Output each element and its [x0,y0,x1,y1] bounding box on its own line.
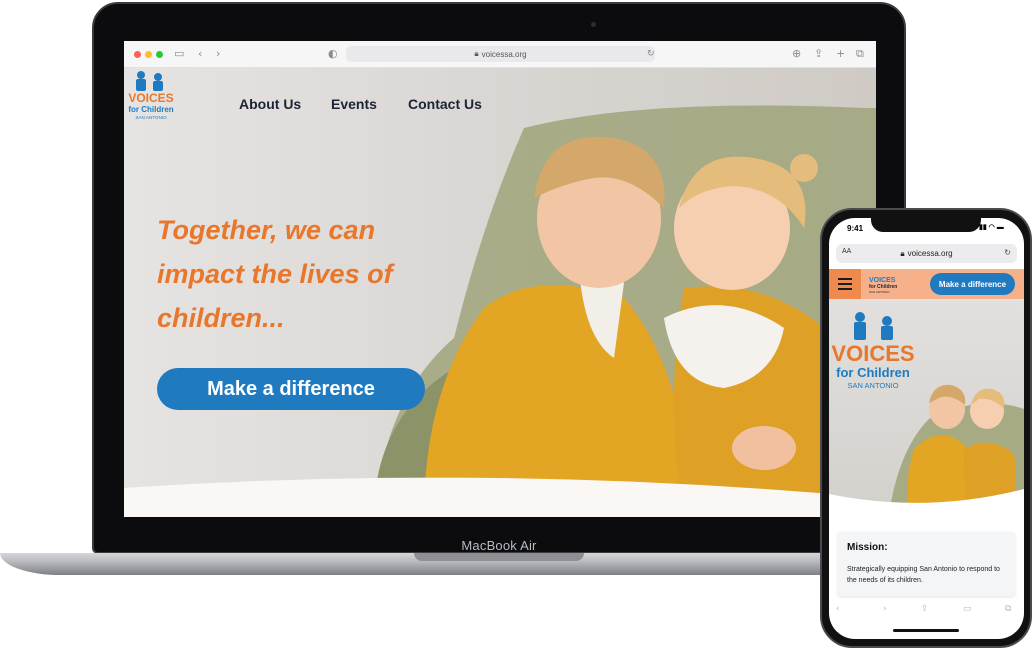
close-window-button[interactable] [134,51,141,58]
back-icon[interactable]: ‹ [198,47,202,61]
forward-icon[interactable]: › [216,47,220,61]
phone-notch [871,216,981,232]
phone-address-bar[interactable]: AA 🔒︎ voicessa.org ↻ [836,244,1017,263]
minimize-window-button[interactable] [145,51,152,58]
phone-site-header: VOICES for Children SAN ANTONIO Make a d… [829,269,1024,299]
address-url: voicessa.org [481,49,527,59]
sidebar-icon[interactable]: ▭ [174,47,184,61]
lock-icon: 🔒︎ [474,49,479,58]
share-icon[interactable]: ⇪ [921,604,929,614]
camera-icon [591,22,596,27]
phone-address-url: voicessa.org [907,249,953,258]
phone-logo-voices: VOICES [831,341,914,366]
laptop-screen: ▭ ‹ › ◐ 🔒︎ voicessa.org ↻ ⊕ ⇪ + ⧉ VOICES… [124,41,876,517]
new-tab-icon[interactable]: + [836,47,845,61]
signal-wifi-battery-icon: ▮▮ ◠ ▬ [979,224,1004,231]
browser-toolbar: ▭ ‹ › ◐ 🔒︎ voicessa.org ↻ ⊕ ⇪ + ⧉ [124,41,876,68]
logo-voices: VOICES [128,91,173,105]
phone-logo-san-antonio: SAN ANTONIO [847,381,898,390]
hamburger-menu-icon[interactable] [829,269,861,299]
nav-contact-us[interactable]: Contact Us [408,96,482,112]
mission-title: Mission: [847,542,888,553]
nav-events[interactable]: Events [331,96,377,112]
address-bar[interactable]: 🔒︎ voicessa.org [346,46,655,62]
share-icon[interactable]: ⇪ [814,47,823,61]
reload-icon[interactable]: ↻ [1004,248,1011,257]
make-a-difference-button[interactable]: Make a difference [157,368,425,410]
mission-text: Strategically equipping San Antonio to r… [847,566,1000,584]
laptop-notch [414,553,584,561]
phone-hero-section: VOICES for Children SAN ANTONIO [829,299,1024,514]
reader-aa-button[interactable]: AA [842,248,851,255]
mission-card: Mission: Strategically equipping San Ant… [838,532,1015,596]
status-time: 9:41 [847,224,864,233]
phone-header-logo[interactable]: VOICES for Children SAN ANTONIO [867,274,901,294]
nav-about-us[interactable]: About Us [239,96,301,112]
back-icon[interactable]: ‹ [836,604,840,614]
phone-hero-photo: VOICES for Children SAN ANTONIO [829,312,1024,514]
privacy-shield-icon[interactable]: ◐ [328,47,338,61]
header-logo-voices: VOICES [869,277,896,284]
hero-headline: Together, we can impact the lives of chi… [157,215,393,333]
phone-screen: 9:41 ▮▮ ◠ ▬ AA 🔒︎ voicessa.org ↻ VOICES … [829,218,1024,639]
forward-icon[interactable]: › [883,604,887,614]
logo-for-children: for Children [128,105,173,114]
reload-icon[interactable]: ↻ [647,47,655,61]
home-indicator [893,629,959,632]
tabs-icon[interactable]: ⧉ [1005,604,1011,614]
bookmarks-icon[interactable]: ▭ [963,604,972,614]
hero-section: VOICES for Children SAN ANTONIO About Us… [124,68,876,517]
tabs-overview-icon[interactable]: ⧉ [856,47,864,61]
download-icon[interactable]: ⊕ [792,47,801,61]
site-logo[interactable]: VOICES for Children SAN ANTONIO [124,68,178,122]
phone-logo-for-children: for Children [836,365,910,380]
header-logo-san-antonio: SAN ANTONIO [869,290,890,294]
zoom-window-button[interactable] [156,51,163,58]
phone-make-a-difference-button[interactable]: Make a difference [930,273,1015,295]
logo-san-antonio: SAN ANTONIO [135,115,167,120]
phone-browser-toolbar: ‹ › ⇪ ▭ ⧉ [829,600,1024,622]
lock-icon: 🔒︎ [900,248,905,258]
mockup-stage: MacBook Air ▭ ‹ › ◐ 🔒︎ voicessa.org ↻ ⊕ … [0,0,1036,648]
